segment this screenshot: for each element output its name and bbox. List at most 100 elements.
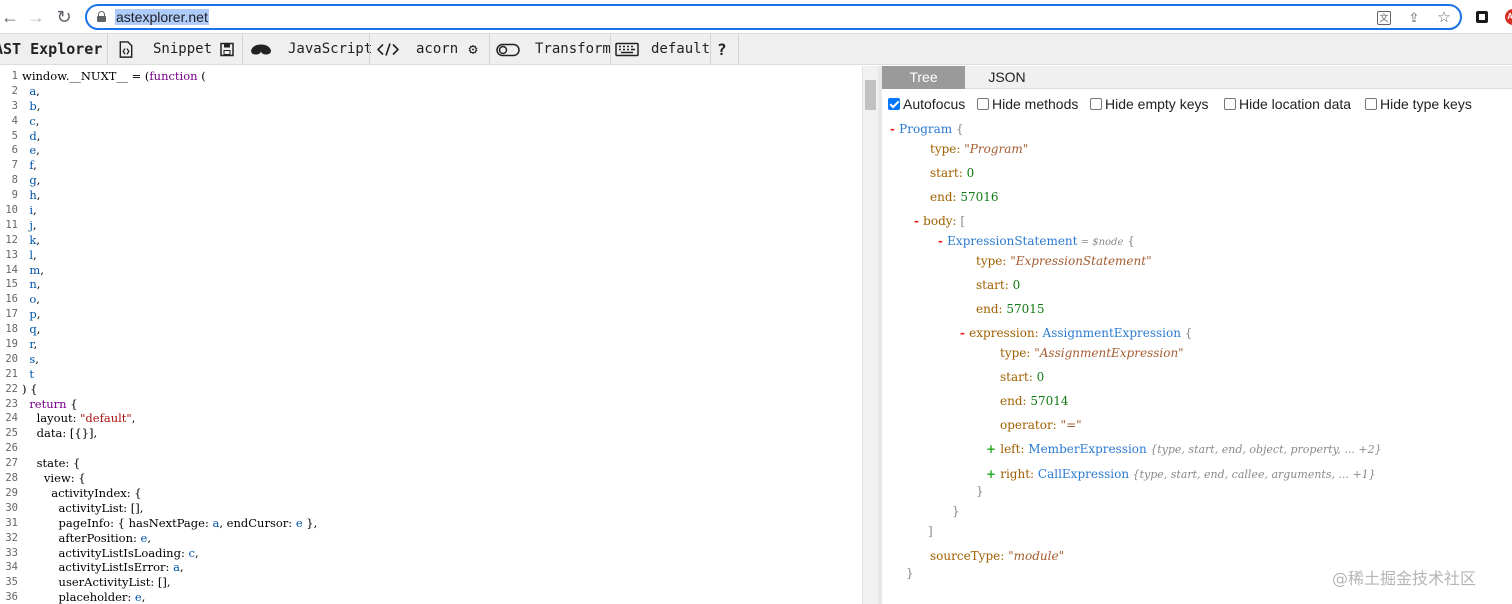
language-select[interactable]: JavaScript [288,34,372,65]
collapse-toggle[interactable]: - [890,122,899,136]
keyboard-icon[interactable] [615,40,639,59]
tab-tree[interactable]: Tree [882,66,965,89]
code-line[interactable]: b, [22,99,317,114]
code-token: , [131,411,136,426]
tree-row[interactable]: start: 0 [1000,369,1044,385]
code-line[interactable]: s, [22,352,317,367]
code-line[interactable]: afterPosition: e, [22,531,317,546]
parser-settings-gear-icon[interactable]: ⚙ [465,40,481,59]
code-line[interactable]: state: { [22,456,317,471]
collapse-toggle[interactable]: - [914,214,923,228]
code-line[interactable]: activityList: [], [22,501,317,516]
tree-row[interactable]: type: "Program" [930,141,1028,157]
hide-location-data-checkbox[interactable] [1224,98,1236,110]
code-line[interactable]: activityIndex: { [22,486,317,501]
tree-row[interactable]: start: 0 [930,165,974,181]
code-brackets-icon[interactable] [377,40,399,59]
code-line[interactable]: layout: "default", [22,411,317,426]
collapse-toggle[interactable]: - [938,234,947,248]
code-token: function [149,69,198,83]
editor-scrollbar[interactable] [862,66,878,604]
extension-icon[interactable] [1474,9,1490,25]
code-line[interactable]: d, [22,129,317,144]
forward-arrow-icon[interactable]: → [26,7,46,27]
tree-row[interactable]: } [906,565,914,581]
code-line[interactable]: view: { [22,471,317,486]
tree-row[interactable]: start: 0 [976,277,1020,293]
tree-row[interactable]: - expression: AssignmentExpression { [960,325,1192,341]
code-line[interactable]: i, [22,203,317,218]
code-line[interactable]: n, [22,277,317,292]
translate-icon[interactable]: 文 [1377,11,1391,25]
profile-extension-icon[interactable]: AB [1505,9,1512,25]
parser-select[interactable]: acorn [416,34,458,65]
tree-row[interactable]: + right: CallExpression {type, start, en… [986,466,1376,482]
code-line[interactable]: c, [22,114,317,129]
code-line[interactable]: a, [22,84,317,99]
share-icon[interactable]: ⇪ [1405,9,1423,27]
tree-row[interactable]: operator: "=" [1000,417,1082,433]
code-editor[interactable]: 1 2 3 4 5 6 7 8 9 10 11 12 13 14 15 16 17 18 19 20 21 22 23 24 2… [0,66,878,604]
code-line[interactable]: ) { [22,382,317,397]
expand-toggle[interactable]: + [986,442,1000,456]
code-line[interactable]: t [22,367,317,382]
code-line[interactable]: l, [22,248,317,263]
code-line[interactable]: f, [22,158,317,173]
autofocus-checkbox[interactable] [888,98,900,110]
tree-row[interactable]: ] [928,523,933,539]
tree-row[interactable]: } [952,503,960,519]
code-line[interactable]: return { [22,397,317,412]
hide-type-keys-checkbox[interactable] [1365,98,1377,110]
code-line[interactable]: o, [22,292,317,307]
code-line[interactable]: h, [22,188,317,203]
code-line[interactable]: placeholder: e, [22,590,317,604]
reload-icon[interactable]: ↻ [54,7,74,27]
code-lines[interactable]: window.__NUXT__ = (function ( a, b, c, d… [22,69,317,604]
snippet-file-icon[interactable] [116,40,136,59]
bookmark-star-icon[interactable]: ☆ [1435,9,1453,27]
collapse-toggle[interactable]: - [960,326,969,340]
tree-row[interactable]: end: 57016 [930,189,999,205]
transform-toggle-icon[interactable] [496,40,520,59]
address-bar[interactable]: astexplorer.net 文 ⇪ ☆ [85,4,1462,30]
code-line[interactable]: activityListIsError: a, [22,560,317,575]
back-arrow-icon[interactable]: ← [0,7,20,27]
code-line[interactable]: q, [22,322,317,337]
tree-row[interactable]: sourceType: "module" [930,548,1064,564]
snippet-menu[interactable]: Snippet [153,34,212,65]
code-line[interactable]: userActivityList: [], [22,575,317,590]
code-line[interactable]: data: [{}], [22,426,317,441]
tree-row[interactable]: type: "AssignmentExpression" [1000,345,1184,361]
save-icon[interactable] [219,40,235,59]
url-text[interactable]: astexplorer.net [115,9,209,25]
transform-menu[interactable]: Transform [535,34,611,65]
code-line[interactable]: e, [22,143,317,158]
code-line[interactable]: p, [22,307,317,322]
code-line[interactable]: g, [22,173,317,188]
code-line[interactable]: k, [22,233,317,248]
code-line[interactable]: m, [22,263,317,278]
tree-row[interactable]: - ExpressionStatement = $node { [938,233,1135,249]
hide-methods-checkbox[interactable] [977,98,989,110]
keymap-select[interactable]: default [651,34,710,65]
tree-row[interactable]: type: "ExpressionStatement" [976,253,1152,269]
tree-row[interactable]: - Program { [890,121,964,137]
code-line[interactable] [22,441,317,456]
tree-row[interactable]: end: 57015 [976,301,1045,317]
code-line[interactable]: pageInfo: { hasNextPage: a, endCursor: e… [22,516,318,531]
tree-row[interactable]: end: 57014 [1000,393,1069,409]
expand-toggle[interactable]: + [986,467,1000,481]
code-line[interactable]: activityListIsLoading: c, [22,546,317,561]
fork-glasses-icon[interactable] [249,40,273,59]
tab-json[interactable]: JSON [965,66,1049,89]
tree-row[interactable]: - body: [ [914,213,965,229]
tree-row[interactable]: } [976,483,984,499]
code-line[interactable]: r, [22,337,317,352]
help-icon[interactable]: ? [717,34,727,65]
hide-empty-keys-checkbox[interactable] [1090,98,1102,110]
editor-scrollbar-thumb[interactable] [865,80,876,110]
code-line[interactable]: j, [22,218,317,233]
code-line[interactable]: window.__NUXT__ = (function ( [22,69,317,84]
tree-row[interactable]: + left: MemberExpression {type, start, e… [986,441,1382,457]
lock-icon[interactable] [97,11,106,22]
